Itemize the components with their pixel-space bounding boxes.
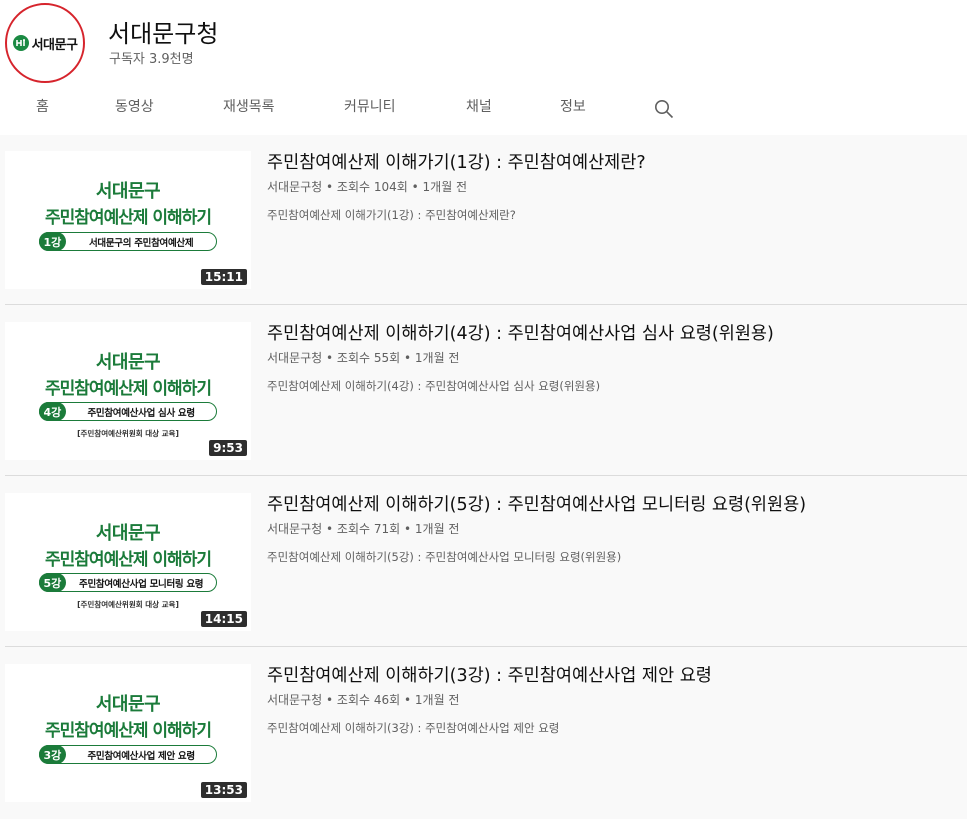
video-info: 주민참여예산제 이해가기(1강) : 주민참여예산제란? 서대문구청 • 조회수…	[267, 151, 817, 223]
video-description: 주민참여예산제 이해하기(3강) : 주민참여예산사업 제안 요령	[267, 721, 560, 735]
video-thumbnail[interactable]: 서대문구 주민참여예산제 이해하기 1강 서대문구의 주민참여예산제 15:11	[5, 151, 251, 289]
video-age: 1개월 전	[414, 693, 460, 707]
video-age: 1개월 전	[422, 180, 468, 194]
lecture-number: 4강	[38, 402, 67, 421]
video-duration: 13:53	[200, 782, 247, 798]
video-age: 1개월 전	[414, 351, 460, 365]
video-description: 주민참여예산제 이해하기(5강) : 주민참여예산사업 모니터링 요령(위원용)	[267, 550, 622, 564]
lecture-number: 3강	[38, 745, 67, 764]
video-views: 조회수 46회	[336, 693, 401, 707]
video-age: 1개월 전	[414, 522, 460, 536]
divider	[5, 475, 967, 476]
thumbnail-lecture-badge: 4강 주민참여예산사업 심사 요령	[38, 402, 217, 421]
video-metadata: 서대문구청 • 조회수 46회 • 1개월 전	[267, 693, 460, 707]
channel-name: 서대문구청	[108, 20, 219, 48]
channel-avatar[interactable]: 서대문구	[5, 3, 85, 83]
video-info: 주민참여예산제 이해하기(5강) : 주민참여예산사업 모니터링 요령(위원용)…	[267, 493, 817, 565]
channel-tabs: 홈 동영상 재생목록 커뮤니티 채널 정보	[0, 96, 967, 126]
lecture-topic: 서대문구의 주민참여예산제	[88, 237, 194, 249]
tab-channels[interactable]: 채널	[466, 96, 492, 116]
video-title[interactable]: 주민참여예산제 이해하기(4강) : 주민참여예산사업 심사 요령(위원용)	[267, 322, 817, 347]
tab-videos[interactable]: 동영상	[115, 96, 154, 116]
lecture-topic: 주민참여예산사업 모니터링 요령	[79, 578, 204, 590]
video-metadata: 서대문구청 • 조회수 71회 • 1개월 전	[267, 522, 460, 536]
thumbnail-audience: [주민참여예산위원회 대상 교육]	[77, 429, 179, 438]
thumbnail-title: 주민참여예산제 이해하기	[45, 550, 212, 570]
video-views: 조회수 71회	[336, 522, 401, 536]
video-item: 서대문구 주민참여예산제 이해하기 5강 주민참여예산사업 모니터링 요령 [주…	[0, 477, 967, 648]
avatar-logo-text: 서대문구	[31, 37, 78, 53]
video-channel-name[interactable]: 서대문구청	[267, 693, 322, 707]
video-item: 서대문구 주민참여예산제 이해하기 1강 서대문구의 주민참여예산제 15:11…	[0, 135, 967, 306]
subscriber-count: 구독자 3.9천명	[109, 52, 194, 67]
divider	[5, 646, 967, 647]
district-logo-icon	[12, 35, 29, 51]
video-duration: 14:15	[200, 611, 247, 627]
video-metadata: 서대문구청 • 조회수 55회 • 1개월 전	[267, 351, 460, 365]
divider	[5, 304, 967, 305]
channel-header: 서대문구 서대문구청 구독자 3.9천명 홈 동영상 재생목록 커뮤니티 채널 …	[0, 0, 967, 135]
thumbnail-audience: [주민참여예산위원회 대상 교육]	[77, 600, 179, 609]
lecture-number: 5강	[38, 573, 67, 592]
video-title[interactable]: 주민참여예산제 이해하기(5강) : 주민참여예산사업 모니터링 요령(위원용)	[267, 493, 817, 518]
thumbnail-heading: 서대문구	[95, 181, 161, 202]
lecture-topic: 주민참여예산사업 심사 요령	[87, 407, 195, 419]
thumbnail-lecture-badge: 1강 서대문구의 주민참여예산제	[38, 232, 217, 251]
video-views: 조회수 55회	[336, 351, 401, 365]
thumbnail-title: 주민참여예산제 이해하기	[45, 379, 212, 399]
thumbnail-heading: 서대문구	[95, 352, 161, 373]
video-thumbnail[interactable]: 서대문구 주민참여예산제 이해하기 5강 주민참여예산사업 모니터링 요령 [주…	[5, 493, 251, 631]
lecture-topic: 주민참여예산사업 제안 요령	[87, 750, 195, 762]
video-description: 주민참여예산제 이해가기(1강) : 주민참여예산제란?	[267, 208, 516, 222]
video-duration: 15:11	[200, 269, 247, 285]
video-title[interactable]: 주민참여예산제 이해가기(1강) : 주민참여예산제란?	[267, 151, 817, 176]
video-channel-name[interactable]: 서대문구청	[267, 522, 322, 536]
thumbnail-lecture-badge: 5강 주민참여예산사업 모니터링 요령	[38, 573, 217, 592]
video-views: 조회수 104회	[336, 180, 408, 194]
video-channel-name[interactable]: 서대문구청	[267, 351, 322, 365]
video-channel-name[interactable]: 서대문구청	[267, 180, 322, 194]
video-title[interactable]: 주민참여예산제 이해하기(3강) : 주민참여예산사업 제안 요령	[267, 664, 817, 689]
thumbnail-title: 주민참여예산제 이해하기	[45, 721, 212, 741]
tab-playlists[interactable]: 재생목록	[223, 96, 275, 116]
tab-about[interactable]: 정보	[560, 96, 586, 116]
video-metadata: 서대문구청 • 조회수 104회 • 1개월 전	[267, 180, 468, 194]
video-thumbnail[interactable]: 서대문구 주민참여예산제 이해하기 3강 주민참여예산사업 제안 요령 13:5…	[5, 664, 251, 802]
lecture-number: 1강	[38, 232, 67, 251]
video-item: 서대문구 주민참여예산제 이해하기 4강 주민참여예산사업 심사 요령 [주민참…	[0, 306, 967, 477]
video-info: 주민참여예산제 이해하기(4강) : 주민참여예산사업 심사 요령(위원용) 서…	[267, 322, 817, 394]
video-duration: 9:53	[209, 440, 247, 456]
tab-community[interactable]: 커뮤니티	[344, 96, 396, 116]
thumbnail-heading: 서대문구	[95, 694, 161, 715]
tab-home[interactable]: 홈	[36, 96, 49, 116]
video-item: 서대문구 주민참여예산제 이해하기 3강 주민참여예산사업 제안 요령 13:5…	[0, 648, 967, 819]
thumbnail-title: 주민참여예산제 이해하기	[45, 208, 212, 228]
video-description: 주민참여예산제 이해하기(4강) : 주민참여예산사업 심사 요령(위원용)	[267, 379, 601, 393]
video-info: 주민참여예산제 이해하기(3강) : 주민참여예산사업 제안 요령 서대문구청 …	[267, 664, 817, 736]
video-thumbnail[interactable]: 서대문구 주민참여예산제 이해하기 4강 주민참여예산사업 심사 요령 [주민참…	[5, 322, 251, 460]
search-icon[interactable]	[654, 99, 674, 123]
thumbnail-heading: 서대문구	[95, 523, 161, 544]
thumbnail-lecture-badge: 3강 주민참여예산사업 제안 요령	[38, 745, 217, 764]
